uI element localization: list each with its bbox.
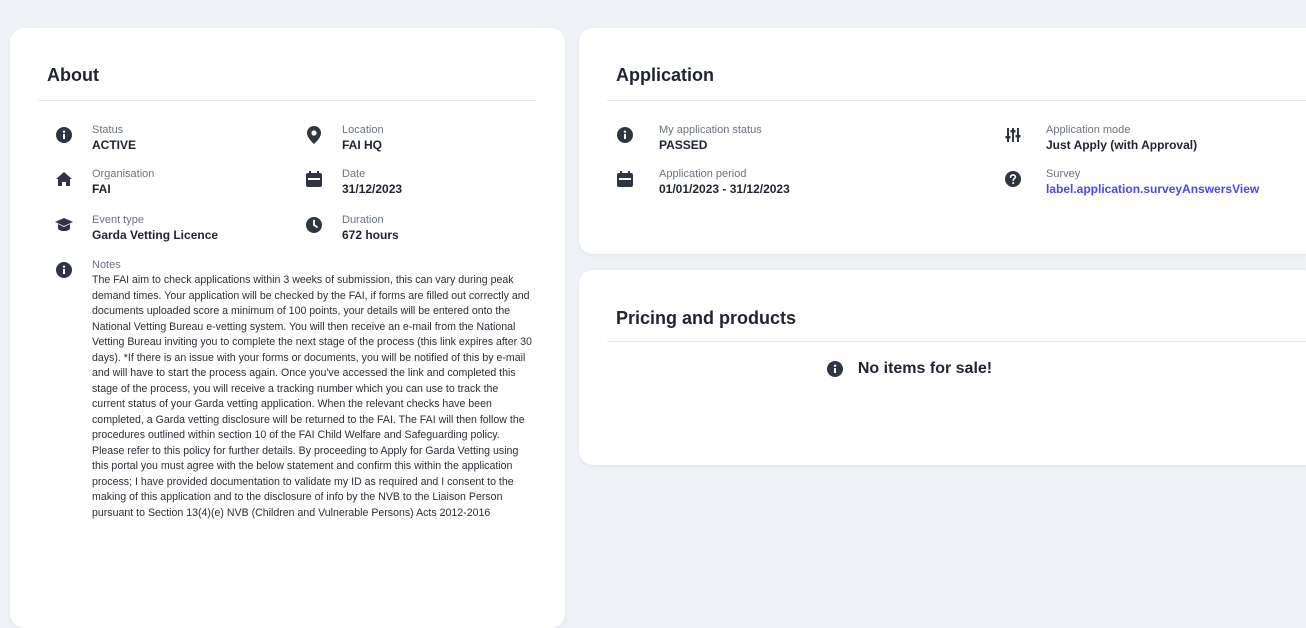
status-value: ACTIVE bbox=[92, 138, 137, 152]
location-label: Location bbox=[342, 124, 384, 136]
info-icon bbox=[55, 261, 73, 279]
survey-link[interactable]: label.application.surveyAnswersView bbox=[1046, 182, 1259, 196]
duration-label: Duration bbox=[342, 214, 384, 226]
event-type-label: Event type bbox=[92, 214, 144, 226]
info-icon bbox=[55, 126, 73, 144]
graduation-cap-icon bbox=[55, 216, 73, 234]
home-icon bbox=[55, 170, 73, 188]
status-label: Status bbox=[92, 124, 124, 136]
date-label: Date bbox=[342, 168, 366, 180]
calendar-icon bbox=[305, 170, 323, 188]
pricing-divider bbox=[607, 341, 1306, 342]
location-value: FAI HQ bbox=[342, 138, 383, 152]
application-period-label: Application period bbox=[659, 168, 747, 180]
info-icon bbox=[826, 360, 844, 378]
about-title: About bbox=[47, 65, 99, 85]
organisation-label: Organisation bbox=[92, 168, 155, 180]
application-period-value: 01/01/2023 - 31/12/2023 bbox=[659, 182, 790, 196]
date-value: 31/12/2023 bbox=[342, 182, 403, 196]
notes-label: Notes bbox=[92, 259, 121, 271]
application-divider bbox=[607, 100, 1306, 101]
application-mode-label: Application mode bbox=[1046, 124, 1131, 136]
duration-value: 672 hours bbox=[342, 228, 399, 242]
sliders-icon bbox=[1004, 126, 1022, 144]
organisation-value: FAI bbox=[92, 182, 111, 196]
application-card: Application My application status PASSED… bbox=[579, 28, 1306, 254]
location-pin-icon bbox=[305, 126, 323, 144]
application-status-value: PASSED bbox=[659, 138, 708, 152]
pricing-title: Pricing and products bbox=[616, 308, 797, 328]
question-icon bbox=[1004, 170, 1022, 188]
info-icon bbox=[616, 126, 634, 144]
notes-text: The FAI aim to check applications within… bbox=[92, 274, 532, 519]
event-type-value: Garda Vetting Licence bbox=[92, 228, 219, 242]
empty-state: No items for sale! bbox=[579, 360, 1239, 378]
pricing-card: Pricing and products No items for sale! bbox=[579, 270, 1306, 465]
application-mode-value: Just Apply (with Approval) bbox=[1046, 138, 1198, 152]
calendar-icon bbox=[616, 170, 634, 188]
survey-label: Survey bbox=[1046, 168, 1081, 180]
application-title: Application bbox=[616, 65, 714, 85]
about-divider bbox=[38, 100, 536, 101]
empty-state-message: No items for sale! bbox=[857, 360, 993, 377]
about-card: About Status ACTIVE Location FAI HQ Orga… bbox=[10, 28, 565, 628]
clock-icon bbox=[305, 216, 323, 234]
application-status-label: My application status bbox=[659, 124, 762, 136]
